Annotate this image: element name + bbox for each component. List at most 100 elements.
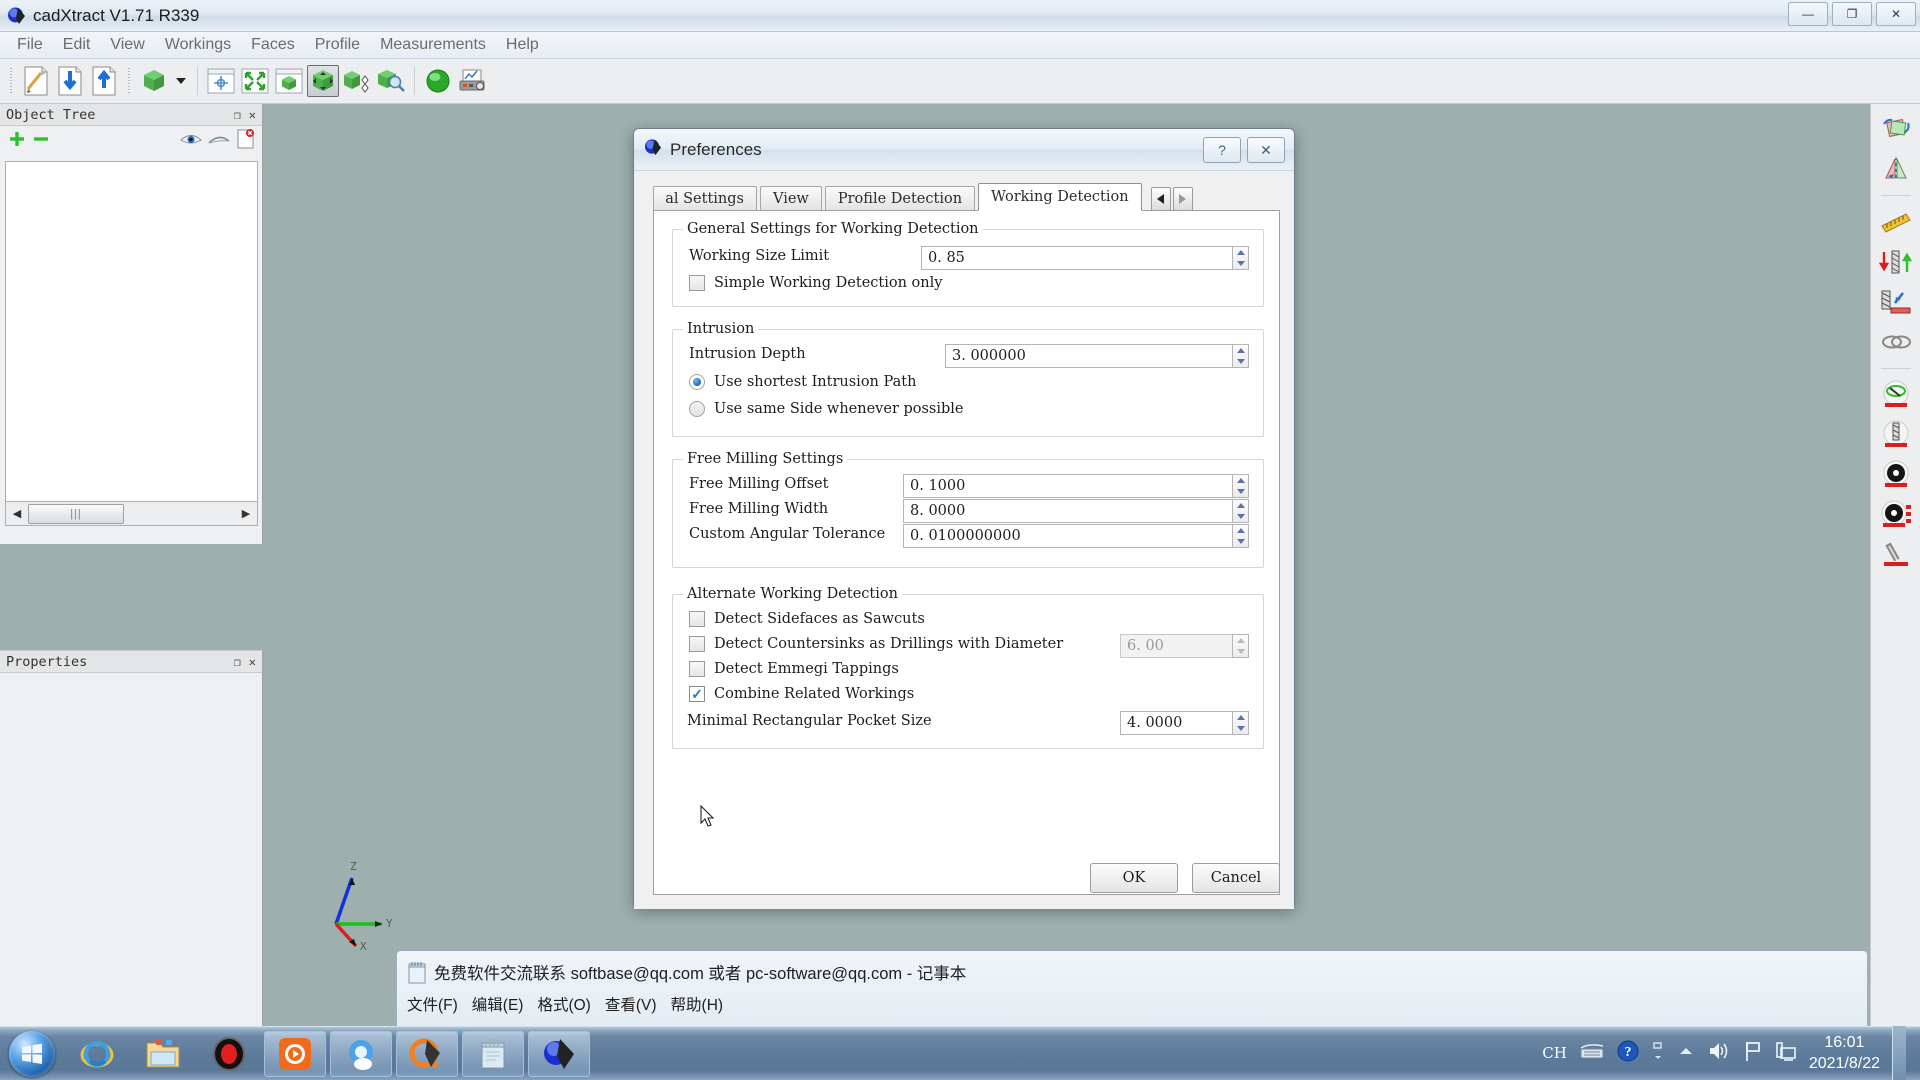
menu-view[interactable]: View (100, 34, 154, 56)
use-shortest-intrusion-path-radio[interactable] (689, 374, 705, 390)
spin-down-icon[interactable] (1233, 486, 1248, 497)
dialog-close-button[interactable]: ✕ (1247, 137, 1285, 163)
toolbar-grip[interactable] (8, 68, 14, 94)
start-button[interactable] (2, 1028, 62, 1080)
free-milling-offset-input[interactable]: 0. 1000 (903, 474, 1232, 498)
working-size-limit-input[interactable]: 0. 85 (921, 246, 1232, 270)
taskbar-clock[interactable]: 16:01 2021/8/22 (1809, 1032, 1880, 1074)
use-same-side-radio[interactable] (689, 401, 705, 417)
solid-cube-icon[interactable] (138, 65, 170, 97)
rotate-part-icon[interactable] (1877, 112, 1915, 146)
chain-link-icon[interactable] (1877, 325, 1915, 359)
view-cube-window-icon[interactable] (273, 65, 305, 97)
intrusion-depth-spinner[interactable]: 3. 000000 (945, 344, 1249, 368)
tab-general-settings[interactable]: al Settings (653, 186, 757, 211)
free-milling-width-spin-buttons[interactable] (1232, 499, 1249, 523)
help-icon[interactable]: ? (1617, 1040, 1639, 1067)
cube-dropdown-icon[interactable] (172, 65, 190, 97)
menu-measurements[interactable]: Measurements (370, 34, 496, 56)
scroll-thumb[interactable]: ||| (28, 503, 124, 524)
simple-working-detection-checkbox[interactable] (689, 275, 705, 291)
toolbar-grip-2[interactable] (126, 68, 132, 94)
show-object-eye-icon[interactable] (180, 131, 202, 152)
zoom-view-icon[interactable] (375, 65, 407, 97)
delete-object-icon[interactable] (236, 128, 254, 154)
taskbar-file-explorer-icon[interactable] (132, 1031, 194, 1077)
dialog-help-button[interactable]: ? (1203, 137, 1241, 163)
tab-profile-detection[interactable]: Profile Detection (824, 186, 976, 211)
minimal-rect-pocket-size-spinner[interactable]: 4. 0000 (1120, 711, 1249, 735)
spin-up-icon[interactable] (1233, 635, 1248, 646)
free-milling-icon[interactable] (1877, 378, 1915, 412)
mirror-part-icon[interactable] (1877, 152, 1915, 186)
network-icon[interactable] (1775, 1040, 1797, 1067)
notepad-menu-file[interactable]: 文件(F) (407, 993, 458, 1015)
side-drill-icon[interactable] (1877, 285, 1915, 319)
menu-help[interactable]: Help (496, 34, 549, 56)
angled-drilling-icon[interactable] (1877, 538, 1915, 572)
spin-down-icon[interactable] (1233, 723, 1248, 734)
notepad-titlebar[interactable]: 免费软件交流联系 softbase@qq.com 或者 pc-software@… (397, 951, 1867, 993)
taskbar-cadxtract-icon[interactable] (528, 1030, 590, 1077)
intrusion-depth-spin-buttons[interactable] (1232, 344, 1249, 368)
taskbar-qq-app-icon[interactable] (396, 1030, 458, 1077)
dialog-titlebar[interactable]: Preferences ? ✕ (634, 129, 1294, 171)
show-desktop-button[interactable] (1892, 1026, 1906, 1080)
spin-up-icon[interactable] (1233, 475, 1248, 486)
spin-up-icon[interactable] (1233, 345, 1248, 356)
taskbar-browser-q-icon[interactable] (330, 1030, 392, 1077)
menu-workings[interactable]: Workings (155, 34, 241, 56)
spin-up-icon[interactable] (1233, 500, 1248, 511)
taskbar-recorder-icon[interactable] (198, 1031, 260, 1077)
menu-edit[interactable]: Edit (53, 34, 101, 56)
report-printer-icon[interactable] (456, 65, 488, 97)
free-milling-width-input[interactable]: 8. 0000 (903, 499, 1232, 523)
add-object-icon[interactable] (8, 130, 26, 153)
field-use-shortest-intrusion-path[interactable]: Use shortest Intrusion Path (689, 374, 916, 390)
custom-angular-tolerance-spin-buttons[interactable] (1232, 524, 1249, 548)
field-detect-emmegi-tappings[interactable]: Detect Emmegi Tappings (689, 661, 899, 677)
spin-up-icon[interactable] (1233, 712, 1248, 723)
countersink-diameter-spinner[interactable]: 6. 00 (1120, 634, 1249, 658)
properties-close-icon[interactable]: ✕ (249, 655, 256, 669)
sawcut-options-icon[interactable] (1877, 498, 1915, 532)
spin-down-icon[interactable] (1233, 258, 1248, 269)
combine-related-workings-checkbox[interactable]: ✓ (689, 686, 705, 702)
overflow-icon[interactable] (1651, 1040, 1665, 1067)
field-detect-sidefaces[interactable]: Detect Sidefaces as Sawcuts (689, 611, 925, 627)
object-tree-float-icon[interactable]: ❐ (234, 108, 241, 122)
volume-icon[interactable] (1707, 1041, 1731, 1066)
field-detect-countersinks[interactable]: Detect Countersinks as Drillings with Di… (689, 636, 1063, 652)
minimal-rect-pocket-size-spin-buttons[interactable] (1232, 711, 1249, 735)
keyboard-icon[interactable] (1579, 1042, 1605, 1065)
spin-up-icon[interactable] (1233, 525, 1248, 536)
remove-object-icon[interactable] (32, 130, 50, 153)
fit-all-icon[interactable] (239, 65, 271, 97)
menu-faces[interactable]: Faces (241, 34, 305, 56)
notepad-menu-help[interactable]: 帮助(H) (671, 993, 724, 1015)
object-tree-close-icon[interactable]: ✕ (249, 108, 256, 122)
new-document-icon[interactable] (20, 65, 52, 97)
tab-working-detection[interactable]: Working Detection (978, 183, 1142, 211)
countersink-diameter-input[interactable]: 6. 00 (1120, 634, 1232, 658)
notepad-menu-view[interactable]: 查看(V) (605, 993, 657, 1015)
working-size-limit-spinner[interactable]: 0. 85 (921, 246, 1249, 270)
flag-icon[interactable] (1743, 1040, 1763, 1067)
notepad-menu-format[interactable]: 格式(O) (537, 993, 590, 1015)
free-milling-offset-spin-buttons[interactable] (1232, 474, 1249, 498)
detect-countersinks-checkbox[interactable] (689, 636, 705, 652)
sawcut-icon[interactable] (1877, 458, 1915, 492)
countersink-diameter-spin-buttons[interactable] (1232, 634, 1249, 658)
field-use-same-side[interactable]: Use same Side whenever possible (689, 401, 964, 417)
notepad-window[interactable]: 免费软件交流联系 softbase@qq.com 或者 pc-software@… (396, 950, 1868, 1026)
close-button[interactable]: ✕ (1876, 2, 1916, 26)
show-hidden-icon[interactable] (1677, 1044, 1695, 1063)
taskbar-internet-explorer-icon[interactable] (66, 1031, 128, 1077)
scroll-left-icon[interactable]: ◀ (6, 503, 28, 525)
intrusion-depth-input[interactable]: 3. 000000 (945, 344, 1232, 368)
properties-float-icon[interactable]: ❐ (234, 655, 241, 669)
tab-scroll-right-button[interactable] (1172, 187, 1193, 211)
custom-angular-tolerance-spinner[interactable]: 0. 0100000000 (903, 524, 1249, 548)
detect-sidefaces-checkbox[interactable] (689, 611, 705, 627)
save-upload-icon[interactable] (88, 65, 120, 97)
